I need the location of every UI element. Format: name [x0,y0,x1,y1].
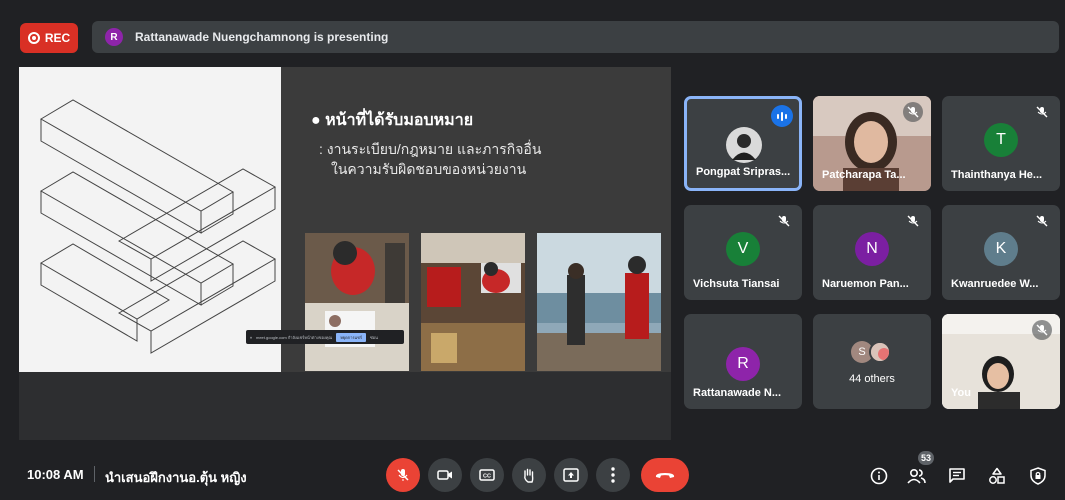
slide-illustration [19,67,281,372]
people-icon [907,468,926,484]
participant-name: Thainthanya He... [951,169,1043,181]
photo-1 [305,233,409,371]
shield-lock-icon [1030,467,1046,485]
participant-name: Naruemon Pan... [822,278,909,290]
present-icon [563,468,579,482]
record-icon [27,32,40,44]
others-tile[interactable]: S 44 others [813,314,931,409]
participant-tile[interactable]: Pongpat Sripras... [684,96,802,191]
svg-text:CC: CC [483,474,491,480]
participant-tile[interactable]: T Thainthanya He... [942,96,1060,191]
host-controls-button[interactable] [1026,464,1050,488]
chat-button[interactable] [945,464,969,488]
clock: 10:08 AM [27,467,84,482]
divider [94,466,95,482]
participant-tile[interactable]: Patcharapa Ta... [813,96,931,191]
stop-sharing-button[interactable]: หยุดการแชร์ [336,332,367,342]
photo-3 [537,233,661,371]
participant-name: You [951,387,971,399]
mic-off-icon [397,469,409,481]
participant-name: Vichsuta Tiansai [693,278,780,290]
end-call-icon [655,473,675,478]
participant-name: Patcharapa Ta... [822,169,906,181]
camera-toggle-button[interactable] [428,458,462,492]
people-button[interactable] [905,464,929,488]
others-count: 44 others [849,373,895,385]
presentation-stage: ● หน้าที่ได้รับมอบหมาย : งานระเบียบ/กฎหม… [19,67,671,440]
microphone-toggle-button[interactable] [386,458,420,492]
share-banner-text: meet.google.com กำลังแชร์หน้าต่างของคุณ [256,334,333,340]
presenter-avatar: R [105,28,123,46]
activities-button[interactable] [985,464,1009,488]
presenting-banner[interactable]: R Rattanawade Nuengchamnong is presentin… [92,21,1059,53]
raise-hand-button[interactable] [512,458,546,492]
chat-icon [949,468,965,483]
mic-off-icon [774,211,794,231]
participant-name: Rattanawade N... [693,387,782,399]
photo-2 [421,233,525,371]
recording-label: REC [44,31,71,45]
hand-icon [524,468,534,483]
screen-share-banner: ⏸ meet.google.com กำลังแชร์หน้าต่างของคุ… [246,330,404,344]
mic-off-icon [903,211,923,231]
participant-tile[interactable]: N Naruemon Pan... [813,205,931,300]
info-icon [870,467,888,485]
participant-tile[interactable]: V Vichsuta Tiansai [684,205,802,300]
others-avatar-photo [869,341,891,363]
bullet-heading: ● หน้าที่ได้รับมอบหมาย [311,112,474,129]
camera-icon [437,470,452,480]
present-screen-button[interactable] [554,458,588,492]
participant-avatar: K [984,232,1018,266]
participant-avatar: T [984,123,1018,157]
speaking-indicator-icon [771,105,793,127]
meeting-details-button[interactable] [867,464,891,488]
participant-count-badge: 53 [918,451,934,465]
participant-tile[interactable]: R Rattanawade N... [684,314,802,409]
mic-off-icon [1032,102,1052,122]
mic-off-icon [1032,211,1052,231]
leave-call-button[interactable] [641,458,689,492]
presenting-text: Rattanawade Nuengchamnong is presenting [135,30,389,44]
participant-tile[interactable]: K Kwanruedee W... [942,205,1060,300]
more-options-button[interactable] [596,458,630,492]
bullet-body: : งานระเบียบ/กฎหมาย และภารกิจอื่น ในความ… [319,139,541,179]
self-tile[interactable]: You [942,314,1060,409]
stacked-blocks-drawing [40,99,277,354]
bullet-line-1: : งานระเบียบ/กฎหมาย และภารกิจอื่น [319,141,542,157]
mic-off-icon [903,102,923,122]
hide-banner-button[interactable]: ซ่อน [370,334,378,341]
participant-avatar: N [855,232,889,266]
participant-avatar [726,127,762,163]
captions-icon: CC [479,469,495,481]
mic-off-icon [1032,320,1052,340]
pause-icon: ⏸ [250,334,252,340]
more-vert-icon [611,467,615,483]
slide-bottom-area [19,372,671,440]
captions-button[interactable]: CC [470,458,504,492]
activities-icon [989,467,1005,484]
bullet-line-2: ในความรับผิดชอบของหน่วยงาน [331,161,527,177]
participant-name: Pongpat Sripras... [696,166,791,178]
slide-content: ● หน้าที่ได้รับมอบหมาย : งานระเบียบ/กฎหม… [281,67,671,372]
recording-indicator[interactable]: REC [20,23,78,53]
meeting-title: นำเสนอฝึกงานอ.ตุ้น หญิง [105,470,247,485]
participant-name: Kwanruedee W... [951,278,1039,290]
participant-avatar: R [726,347,760,381]
participant-avatar: V [726,232,760,266]
